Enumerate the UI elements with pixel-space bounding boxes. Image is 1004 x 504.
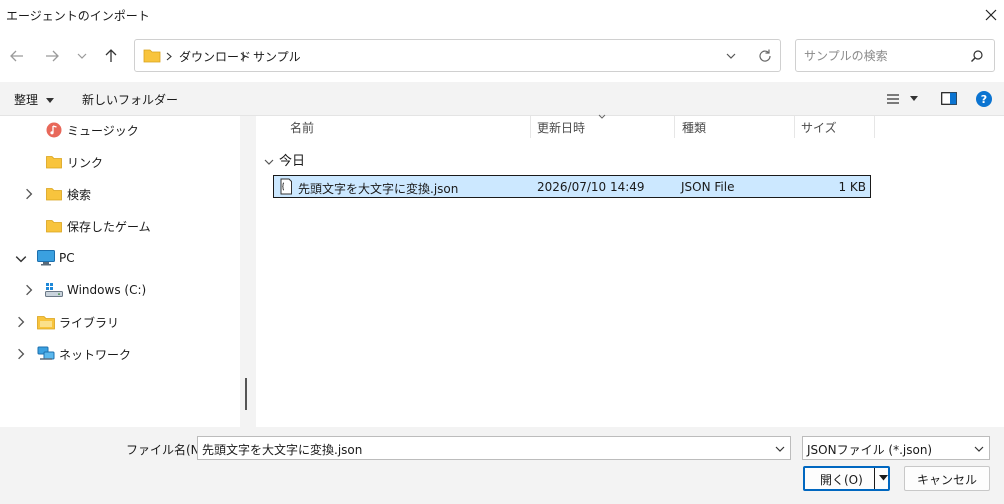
chevron-down-icon[interactable]: [774, 443, 786, 455]
recent-locations-button[interactable]: [69, 43, 95, 69]
file-type: JSON File: [681, 180, 735, 194]
group-label: 今日: [279, 154, 306, 169]
chevron-right-icon: [240, 52, 246, 61]
library-icon: [37, 316, 55, 330]
cancel-button[interactable]: キャンセル: [904, 466, 990, 491]
filetype-select[interactable]: JSONファイル (*.json): [802, 436, 990, 460]
chevron-down-icon: [264, 159, 274, 165]
file-row[interactable]: 先頭文字を大文字に変換.json 2026/07/10 14:49 JSON F…: [273, 175, 871, 198]
column-header-size[interactable]: サイズ: [801, 119, 837, 136]
sidebar-item-label: 検索: [67, 187, 92, 202]
folder-icon: [143, 49, 161, 63]
sidebar-item-searches[interactable]: 検索: [0, 178, 236, 210]
chevron-down-icon: [77, 53, 87, 59]
filename-combobox[interactable]: 先頭文字を大文字に変換.json: [197, 436, 791, 460]
caret-down-icon: [910, 96, 918, 101]
column-separator[interactable]: [674, 116, 675, 138]
chevron-right-icon[interactable]: [15, 316, 27, 328]
preview-pane-icon[interactable]: [941, 92, 957, 105]
file-size: 1 KB: [838, 180, 866, 194]
address-dropdown-icon[interactable]: [725, 50, 737, 62]
up-button[interactable]: [98, 43, 124, 69]
sidebar-item-saved-games[interactable]: 保存したゲーム: [0, 210, 236, 242]
column-separator[interactable]: [530, 116, 531, 138]
chevron-down-icon[interactable]: [15, 253, 27, 265]
network-icon: [37, 346, 55, 360]
forward-button[interactable]: [39, 43, 65, 69]
filetype-value: JSONファイル (*.json): [807, 443, 933, 457]
filename-field[interactable]: 先頭文字を大文字に変換.json: [202, 441, 362, 458]
sidebar-item-libraries[interactable]: ライブラリ: [0, 306, 236, 338]
arrow-left-icon: [10, 50, 23, 62]
svg-text:?: ?: [981, 93, 987, 106]
chevron-down-icon: [974, 446, 984, 452]
organize-button[interactable]: 整理: [14, 91, 54, 108]
list-view-icon: [887, 94, 899, 104]
folder-icon: [46, 220, 62, 233]
sidebar-item-links[interactable]: リンク: [0, 146, 236, 178]
sidebar-item-music[interactable]: ミュージック: [0, 114, 236, 146]
drive-icon: [45, 283, 63, 297]
search-icon[interactable]: [970, 49, 984, 63]
chevron-right-icon[interactable]: [15, 348, 27, 360]
window-title: エージェントのインポート: [6, 9, 150, 23]
arrow-right-icon: [46, 50, 59, 62]
folder-icon: [46, 156, 62, 169]
title-bar: [0, 0, 1004, 30]
chevron-right-icon: [166, 52, 172, 61]
column-separator[interactable]: [794, 116, 795, 138]
close-icon: [985, 9, 997, 21]
sidebar-item-label: 保存したゲーム: [67, 219, 151, 234]
chevron-right-icon[interactable]: [23, 188, 35, 200]
sort-chevron-icon: [598, 114, 606, 119]
column-header-type[interactable]: 種類: [682, 119, 706, 136]
address-bar[interactable]: ダウンロード サンプル: [134, 39, 781, 72]
column-separator[interactable]: [874, 116, 875, 138]
folder-icon: [46, 188, 62, 201]
sidebar-item-label: リンク: [67, 155, 104, 170]
file-modified: 2026/07/10 14:49: [537, 180, 645, 194]
pane-divider: [240, 116, 255, 427]
view-options-button[interactable]: [886, 91, 922, 107]
computer-icon: [37, 250, 55, 266]
music-icon: [46, 122, 62, 138]
chevron-right-icon[interactable]: [23, 284, 35, 296]
caret-down-icon: [45, 97, 54, 103]
sidebar-item-network[interactable]: ネットワーク: [0, 338, 236, 370]
sidebar-item-label: Windows (C:): [67, 283, 147, 297]
open-button-label: 開く(O): [820, 473, 863, 487]
pane-splitter-handle[interactable]: [245, 378, 247, 410]
open-button[interactable]: 開く(O): [803, 466, 890, 491]
sidebar-item-label: ライブラリ: [59, 315, 120, 330]
sidebar-item-label: ネットワーク: [59, 347, 132, 362]
organize-label: 整理: [14, 93, 39, 107]
cancel-button-label: キャンセル: [916, 473, 977, 487]
refresh-icon[interactable]: [757, 48, 773, 64]
help-icon[interactable]: ?: [976, 91, 992, 107]
file-name: 先頭文字を大文字に変換.json: [298, 182, 459, 196]
arrow-up-icon: [105, 49, 117, 62]
sidebar-item-label: PC: [59, 251, 75, 265]
json-file-icon: [280, 178, 292, 195]
back-button[interactable]: [4, 43, 30, 69]
sidebar-item-windows-c[interactable]: Windows (C:): [0, 274, 236, 306]
sidebar-item-pc[interactable]: PC: [0, 242, 236, 274]
split-divider: [874, 468, 875, 489]
caret-down-icon[interactable]: [879, 475, 888, 481]
search-input[interactable]: [804, 47, 964, 65]
column-header-modified[interactable]: 更新日時: [537, 119, 585, 136]
close-button[interactable]: [978, 2, 1004, 28]
breadcrumb-sample[interactable]: サンプル: [253, 48, 301, 65]
new-folder-button[interactable]: 新しいフォルダー: [82, 91, 178, 108]
file-list-pane: [256, 116, 1004, 427]
sidebar-item-label: ミュージック: [67, 123, 139, 138]
group-header-today[interactable]: 今日: [264, 150, 305, 169]
search-box[interactable]: [795, 39, 995, 72]
column-header-name[interactable]: 名前: [290, 119, 314, 136]
